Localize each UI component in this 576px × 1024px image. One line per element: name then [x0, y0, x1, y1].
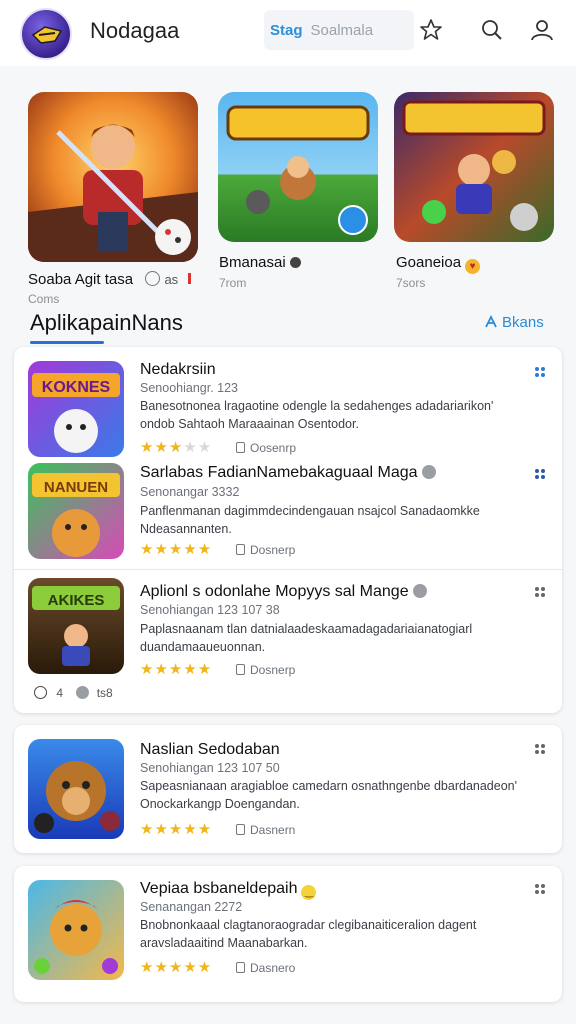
download-icon: [236, 824, 245, 835]
app-list-card: KOKNES Nedakrsiin Senoohiangr. 123 Banes…: [14, 347, 562, 713]
app-title[interactable]: Aplionl s odonlahe Mopyys sal Mange: [140, 583, 427, 601]
app-name: Nodagaa: [90, 18, 180, 43]
thumbnail-label: NANUEN: [44, 479, 108, 496]
account-icon[interactable]: [529, 17, 555, 43]
arrows-icon: [484, 314, 498, 329]
app-thumbnail[interactable]: KOKNES: [28, 361, 124, 457]
app-thumbnail[interactable]: [28, 739, 124, 839]
star-rating: ★★★★★: [140, 821, 213, 838]
comment-icon[interactable]: [34, 686, 47, 699]
app-title[interactable]: Naslian Sedodaban: [140, 741, 280, 759]
search-tag[interactable]: Stag: [270, 22, 303, 39]
featured-game-2-title[interactable]: Bmanasai: [219, 254, 301, 271]
list-item[interactable]: AKIKES Aplionl s odonlahe Mopyys sal Man…: [14, 570, 562, 713]
list-item[interactable]: Naslian Sedodaban Senohiangan 123 107 50…: [14, 725, 562, 853]
smiley-badge-icon: ‿: [301, 885, 317, 900]
star-icon[interactable]: [418, 17, 444, 43]
app-title[interactable]: Vepiaa bsbaneldepaih ‿: [140, 880, 317, 900]
flag-icon: [188, 273, 192, 284]
app-meta: Senohiangan 123 107 50: [140, 761, 280, 775]
more-options-icon[interactable]: [534, 467, 546, 479]
thumbnail-label: AKIKES: [48, 592, 105, 609]
search-icon[interactable]: [479, 17, 505, 43]
app-thumbnail[interactable]: AKIKES: [28, 578, 124, 674]
app-meta: Senanangan 2272: [140, 900, 243, 914]
list-item[interactable]: KOKNES Nedakrsiin Senoohiangr. 123 Banes…: [14, 347, 562, 457]
more-options-icon[interactable]: [534, 882, 546, 894]
download-count: Dosnerp: [236, 663, 295, 677]
featured-game-3-sub: 7sors: [396, 276, 426, 290]
app-meta: Senoohiangr. 123: [140, 381, 239, 395]
star-rating: ★★★★★: [140, 661, 213, 678]
featured-game-1-art[interactable]: [28, 92, 198, 262]
download-count: Dasnern: [236, 823, 295, 837]
download-count: Oosenrp: [236, 441, 296, 455]
app-logo[interactable]: [20, 8, 72, 60]
app-description: Banesotnonea lragaotine odengle la sedah…: [140, 399, 494, 431]
info-badge-icon: [421, 465, 436, 479]
info-badge-icon: [412, 584, 427, 598]
app-description: Panflenmanan dagimmdecindengauan nsajcol…: [140, 504, 480, 536]
star-rating: ★★★★★: [140, 541, 213, 558]
app-meta: Senonangar 3332: [140, 485, 240, 499]
list-item[interactable]: Vepiaa bsbaneldepaih ‿ Senanangan 2272 Bn…: [14, 866, 562, 1002]
more-options-icon[interactable]: [534, 742, 546, 754]
app-thumbnail[interactable]: [28, 880, 124, 980]
download-count: Dasnero: [236, 961, 295, 975]
app-title[interactable]: Sarlabas FadianNamebakaguaal Maga: [140, 464, 436, 482]
more-options-icon[interactable]: [534, 365, 546, 377]
featured-game-2-art[interactable]: [218, 92, 378, 242]
list-item[interactable]: NANUEN Sarlabas FadianNamebakaguaal Maga…: [14, 455, 562, 570]
app-title[interactable]: Nedakrsiin: [140, 361, 216, 379]
thumbnail-label: KOKNES: [42, 379, 111, 396]
section-title: AplikapainNans: [30, 310, 183, 335]
download-icon: [236, 442, 245, 453]
star-rating: ★★★★★: [140, 959, 213, 976]
smiley-badge-icon: ♥: [465, 259, 481, 274]
download-icon: [236, 962, 245, 973]
section-underline: [30, 341, 104, 344]
featured-game-1-sub: Coms: [28, 292, 60, 306]
search-placeholder[interactable]: Soalmala: [311, 22, 374, 39]
clock-icon: [145, 271, 161, 286]
download-count: Dosnerp: [236, 543, 295, 557]
featured-game-3-title[interactable]: Goaneioa ♥: [396, 254, 481, 274]
download-icon: [236, 664, 245, 675]
dot-badge-icon: [289, 257, 301, 268]
app-description: Sapeasnianaan aragiabloe camedarn osnath…: [140, 779, 518, 811]
app-thumbnail[interactable]: NANUEN: [28, 463, 124, 559]
section-see-all-link[interactable]: Bkans: [484, 314, 544, 331]
more-options-icon[interactable]: [534, 585, 546, 597]
featured-game-1-title[interactable]: Soaba Agit tasa as: [28, 271, 192, 288]
featured-game-3-art[interactable]: [394, 92, 554, 242]
app-list-card: Naslian Sedodaban Senohiangan 123 107 50…: [14, 725, 562, 853]
app-meta: Senohiangan 123 107 38: [140, 603, 280, 617]
app-description: Bnobnonkaaal clagtanoraogradar clegibana…: [140, 918, 477, 950]
featured-game-2-sub: 7rom: [219, 276, 247, 290]
top-bar: Nodagaa Stag Soalmala: [0, 0, 576, 66]
item-footer: 4 ts8: [34, 686, 113, 700]
download-icon: [236, 544, 245, 555]
search-box[interactable]: Stag Soalmala: [264, 10, 414, 50]
app-description: Paplasnaanam tlan datnialaadeskaamadagad…: [140, 622, 473, 654]
share-icon[interactable]: [76, 686, 90, 699]
app-list-card: Vepiaa bsbaneldepaih ‿ Senanangan 2272 Bn…: [14, 866, 562, 1002]
star-rating: ★★★★★: [140, 439, 213, 456]
